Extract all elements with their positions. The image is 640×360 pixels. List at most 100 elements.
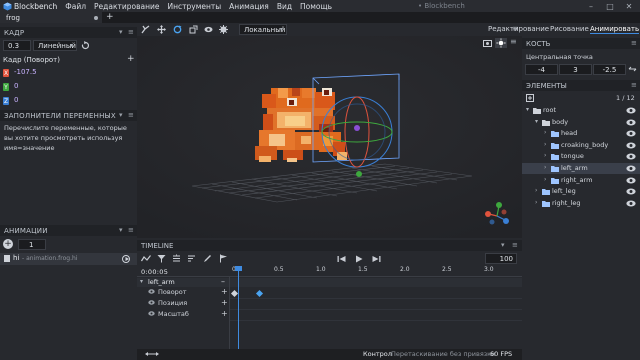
chevron-right-icon[interactable]: › [544,129,546,136]
move-tool-icon[interactable] [157,25,166,34]
pivot-z-input[interactable]: -2.5 [593,64,626,75]
visibility-eye-icon[interactable] [626,153,636,161]
add-keyframe-button[interactable]: + [221,298,228,307]
outliner-item-croaking-body[interactable]: › croaking_body [522,140,640,151]
playhead[interactable] [238,266,240,349]
play-icon[interactable] [355,255,363,263]
view-menu-icon[interactable]: ≡ [510,37,517,46]
playhead-handle[interactable] [235,266,243,271]
rotation-keyframe[interactable] [255,289,263,298]
pivot-reset-icon[interactable] [628,65,637,74]
panel-menu-icon[interactable]: ≡ [128,28,134,36]
collapse-icon[interactable]: ▾ [119,226,123,234]
panel-menu-icon[interactable]: ≡ [631,81,637,89]
tab-animate[interactable]: Анимировать [590,25,640,34]
add-keyframe-button[interactable]: + [221,287,228,296]
flag-marker-icon[interactable] [219,254,228,263]
menu-tools[interactable]: Инструменты [167,2,221,11]
outliner-item-right-arm[interactable]: › right_arm [522,175,640,186]
playback-speed-input[interactable]: 100 [485,253,517,264]
outliner-item-head[interactable]: › head [522,128,640,139]
visibility-eye-icon[interactable] [626,165,636,173]
interpolation-select[interactable]: Линейный ▾ [33,40,77,51]
visibility-eye-icon[interactable] [626,200,636,208]
chevron-down-icon[interactable]: ▾ [535,118,538,125]
add-keyframe-button[interactable]: + [221,309,228,318]
menu-view[interactable]: Вид [277,2,292,11]
menu-animation[interactable]: Анимация [229,2,269,11]
keyframe-time-input[interactable]: 0.3 [3,40,31,51]
outliner-item-root[interactable]: ▾ root [522,105,640,116]
panel-menu-icon[interactable]: ≡ [512,241,518,249]
chevron-right-icon[interactable]: › [535,199,537,206]
visibility-eye-icon[interactable] [626,107,636,115]
panel-menu-icon[interactable]: ≡ [128,226,134,234]
animation-list-item[interactable]: hi - animation.frog.hi [0,253,137,265]
outliner-item-body[interactable]: ▾ body [522,117,640,128]
3d-viewport[interactable]: ≡ [137,36,522,238]
pencil-icon[interactable] [203,254,212,263]
screenshot-icon[interactable] [483,39,492,47]
collapse-icon[interactable]: ▾ [119,28,123,36]
axis-y-value[interactable]: 0 [14,82,18,90]
close-window-button[interactable]: ✕ [620,0,638,12]
minimize-button[interactable]: – [582,0,600,12]
graph-editor-icon[interactable] [141,254,151,263]
tab-paint[interactable]: Рисование [550,25,589,33]
space-mode-select[interactable]: Локальный ▾ [239,24,287,35]
outliner-item-right-leg[interactable]: › right_leg [522,198,640,209]
menu-edit[interactable]: Редактирование [94,2,159,11]
menu-file[interactable]: Файл [65,2,86,11]
project-tab[interactable]: frog [0,12,102,23]
time-ruler[interactable]: 0.00.51.01.52.02.53.0 [230,266,522,276]
pivot-x-input[interactable]: -4 [525,64,558,75]
previous-frame-icon[interactable] [337,255,346,263]
settings-gear-icon[interactable] [219,25,228,34]
next-frame-icon[interactable] [372,255,381,263]
chevron-right-icon[interactable]: › [544,152,546,159]
menu-help[interactable]: Помощь [300,2,332,11]
chevron-right-icon[interactable]: › [544,141,546,148]
outliner-item-left-leg[interactable]: › left_leg [522,186,640,197]
new-tab-button[interactable]: + [106,12,114,22]
visibility-eye-icon[interactable] [626,188,636,196]
variables-textarea[interactable]: Перечислите переменные, которые вы хотит… [4,123,132,153]
filter-icon[interactable] [157,254,166,263]
scale-tool-icon[interactable] [189,25,198,34]
maximize-button[interactable]: □ [601,0,619,12]
keyframe-area[interactable] [230,277,522,349]
chevron-right-icon[interactable]: › [535,187,537,194]
axis-z-value[interactable]: 0 [14,96,18,104]
pose-tool-icon[interactable] [141,25,150,34]
chevron-right-icon[interactable]: › [544,176,546,183]
chevron-right-icon[interactable]: › [544,164,546,171]
tab-edit[interactable]: Редактирование [488,25,549,33]
reset-icon[interactable] [81,41,90,50]
rotate-tool-icon[interactable] [173,25,182,34]
axis-x-value[interactable]: -107.5 [14,68,37,76]
vertex-snap-icon[interactable] [204,25,213,34]
add-cube-icon[interactable] [526,94,534,102]
chevron-down-icon[interactable]: ▾ [526,106,529,113]
visibility-eye-icon[interactable] [148,289,155,294]
visibility-eye-icon[interactable] [626,177,636,185]
visibility-eye-icon[interactable] [626,119,636,127]
collapse-icon[interactable]: ▾ [501,241,505,249]
visibility-eye-icon[interactable] [148,311,155,316]
collapse-icon[interactable]: ▾ [119,111,123,119]
add-animation-button[interactable]: + [3,239,13,249]
rotation-keyframe[interactable] [230,289,238,298]
visibility-eye-icon[interactable] [626,142,636,150]
play-animation-icon[interactable] [122,255,130,263]
panel-menu-icon[interactable]: ≡ [631,39,637,47]
outliner-item-tongue[interactable]: › tongue [522,151,640,162]
resize-handle-icon[interactable] [145,351,159,357]
panel-menu-icon[interactable]: ≡ [128,111,134,119]
bake-keyframes-icon[interactable] [172,254,181,263]
remove-bone-button[interactable]: – [221,277,225,286]
visibility-eye-icon[interactable] [148,300,155,305]
lighting-toggle-icon[interactable] [495,38,507,48]
add-axis-button[interactable]: + [127,54,135,64]
sort-channels-icon[interactable] [187,254,196,263]
visibility-eye-icon[interactable] [626,130,636,138]
